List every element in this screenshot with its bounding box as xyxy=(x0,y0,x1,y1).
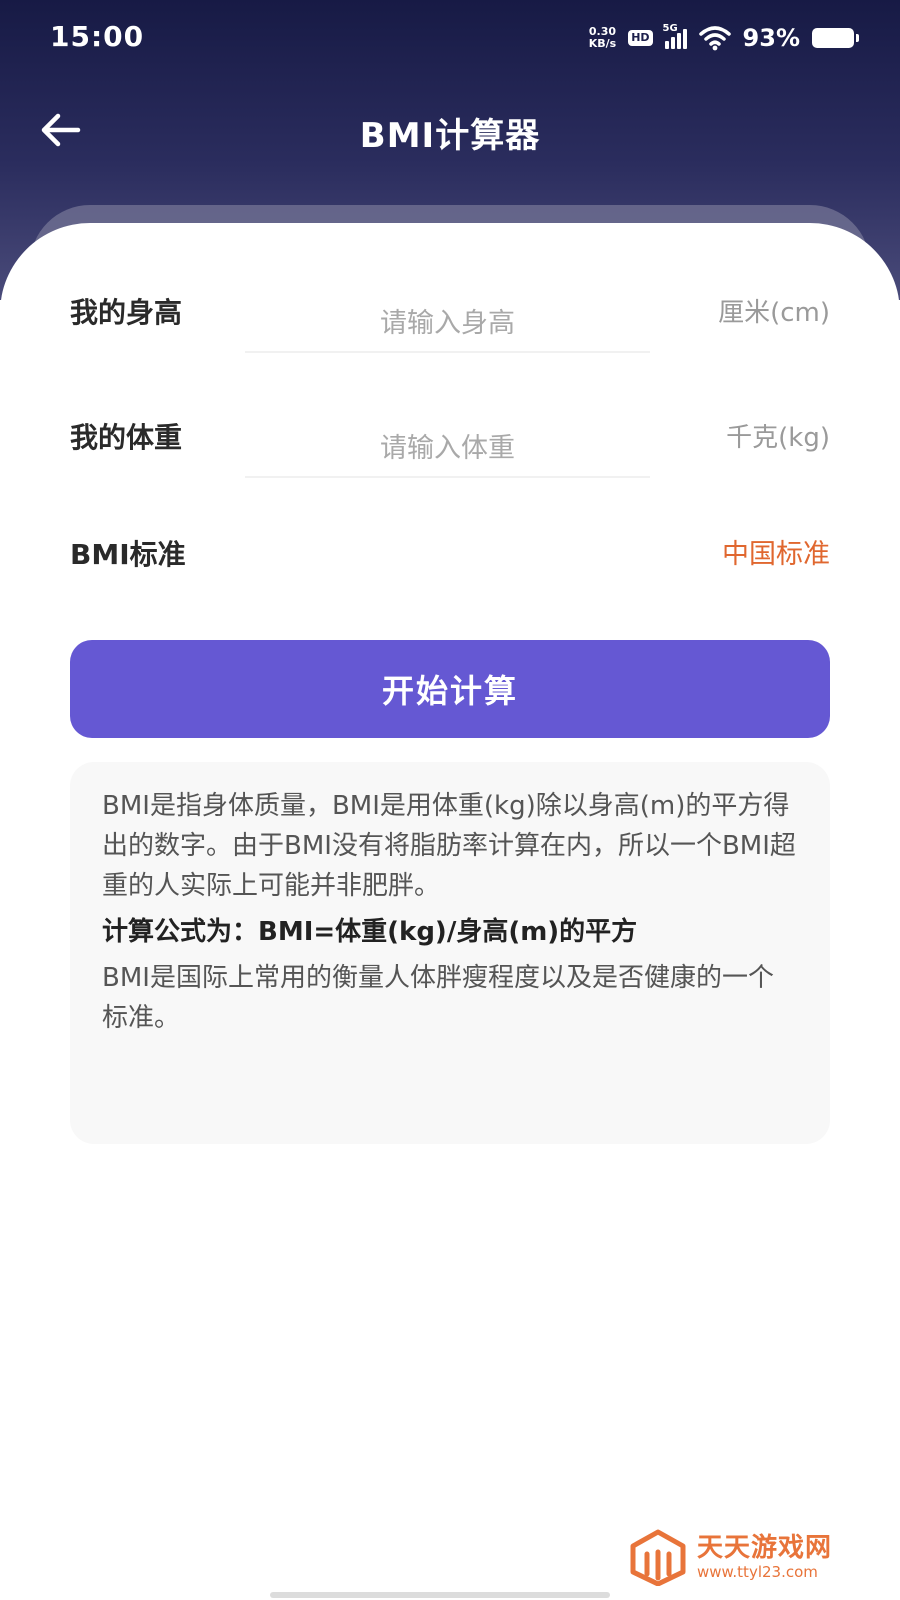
bmi-standard-label: BMI标准 xyxy=(70,538,186,571)
network-speed-unit: KB/s xyxy=(588,37,617,50)
bmi-standard-row[interactable]: BMI标准 中国标准 xyxy=(70,535,830,635)
bmi-standard-description: BMI是国际上常用的衡量人体胖瘦程度以及是否健康的一个标准。 xyxy=(102,963,774,1033)
network-type: 5G xyxy=(662,23,678,34)
weight-label: 我的体重 xyxy=(70,421,183,454)
bmi-formula: 计算公式为：BMI=体重(kg)/身高(m)的平方 xyxy=(102,917,638,947)
watermark: 天天游戏网 www.ttyl23.com xyxy=(629,1528,832,1586)
status-icons: 0.30 KB/s HD 5G 93% xyxy=(589,22,859,54)
bmi-description: BMI是指身体质量，BMI是用体重(kg)除以身高(m)的平方得出的数字。由于B… xyxy=(102,791,796,901)
height-unit: 厘米(cm) xyxy=(718,298,830,328)
watermark-url: www.ttyl23.com xyxy=(696,1563,818,1581)
page-title: BMI计算器 xyxy=(359,116,541,156)
status-time: 15:00 xyxy=(50,20,145,53)
watermark-logo-icon xyxy=(630,1529,686,1586)
cellular-signal-icon: 5G xyxy=(663,23,687,49)
bmi-info-box: BMI是指身体质量，BMI是用体重(kg)除以身高(m)的平方得出的数字。由于B… xyxy=(70,762,830,1144)
network-speed: 0.30 KB/s xyxy=(589,26,616,50)
weight-input[interactable] xyxy=(245,420,650,478)
weight-unit: 千克(kg) xyxy=(726,423,830,453)
hd-badge: HD xyxy=(628,30,653,46)
battery-percentage: 93% xyxy=(742,24,800,52)
watermark-text: 天天游戏网 www.ttyl23.com xyxy=(697,1533,832,1581)
wifi-icon xyxy=(698,26,731,51)
battery-icon xyxy=(812,28,859,48)
calculate-button[interactable]: 开始计算 xyxy=(70,640,830,738)
height-input[interactable] xyxy=(245,295,650,353)
status-bar: 15:00 0.30 KB/s HD 5G 93% xyxy=(0,0,900,76)
watermark-title: 天天游戏网 xyxy=(696,1533,832,1563)
height-row: 我的身高 厘米(cm) xyxy=(70,293,830,393)
weight-row: 我的体重 千克(kg) xyxy=(70,418,830,518)
height-label: 我的身高 xyxy=(70,296,183,329)
navigation-bar: BMI计算器 xyxy=(0,90,900,170)
bmi-standard-selector[interactable]: 中国标准 xyxy=(722,535,830,575)
home-indicator[interactable] xyxy=(270,1592,610,1598)
